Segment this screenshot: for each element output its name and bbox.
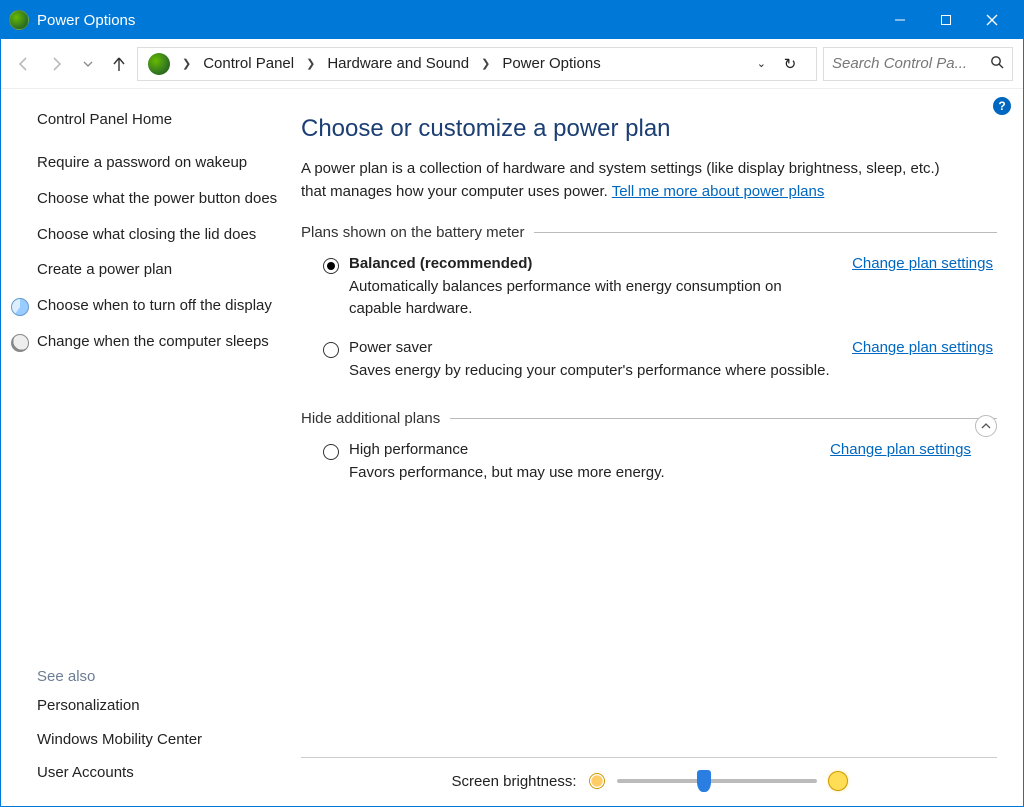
window-title: Power Options	[37, 12, 135, 29]
plan-name[interactable]: Balanced (recommended)	[349, 255, 832, 272]
clock-icon	[11, 298, 29, 316]
additional-plans-group: Hide additional plans High performance F…	[301, 410, 997, 489]
search-placeholder: Search Control Pa...	[832, 55, 984, 72]
sidebar-link-create-plan[interactable]: Create a power plan	[37, 259, 283, 281]
group-legend: Hide additional plans	[301, 410, 450, 427]
see-also-user-accounts[interactable]: User Accounts	[37, 762, 283, 784]
breadcrumb[interactable]: ❯ Control Panel ❯ Hardware and Sound ❯ P…	[137, 47, 817, 81]
chevron-right-icon: ❯	[302, 57, 319, 70]
change-plan-settings-link[interactable]: Change plan settings	[852, 255, 993, 321]
see-also-personalization[interactable]: Personalization	[37, 695, 283, 717]
plan-high-performance: High performance Favors performance, but…	[301, 427, 975, 489]
tell-me-more-link[interactable]: Tell me more about power plans	[612, 183, 825, 200]
chevron-down-icon[interactable]: ⌄	[757, 57, 766, 70]
chevron-right-icon: ❯	[477, 57, 494, 70]
titlebar: Power Options	[1, 1, 1023, 39]
plan-radio-power-saver[interactable]	[323, 342, 339, 358]
chevron-right-icon: ❯	[178, 57, 195, 70]
slider-thumb[interactable]	[697, 770, 711, 792]
sun-bright-icon	[829, 772, 847, 790]
brightness-slider[interactable]	[617, 779, 817, 783]
see-also-mobility-center[interactable]: Windows Mobility Center	[37, 729, 283, 751]
sun-dim-icon	[589, 773, 605, 789]
maximize-button[interactable]	[923, 1, 969, 39]
change-plan-settings-link[interactable]: Change plan settings	[852, 339, 993, 383]
navbar: ❯ Control Panel ❯ Hardware and Sound ❯ P…	[1, 39, 1023, 89]
close-button[interactable]	[969, 1, 1015, 39]
help-icon[interactable]: ?	[993, 97, 1011, 115]
main-content: Choose or customize a power plan A power…	[301, 89, 1023, 806]
plan-description: Automatically balances performance with …	[349, 276, 832, 321]
search-icon	[990, 55, 1004, 73]
brightness-label: Screen brightness:	[451, 773, 576, 790]
see-also-section: See also Personalization Windows Mobilit…	[37, 548, 283, 796]
group-legend: Plans shown on the battery meter	[301, 224, 534, 241]
moon-icon	[11, 334, 29, 352]
plan-description: Saves energy by reducing your computer's…	[349, 360, 832, 383]
battery-meter-plans-group: Plans shown on the battery meter Balance…	[301, 224, 997, 387]
power-options-window: Power Options ❯ Control Panel ❯	[0, 0, 1024, 807]
plan-radio-high-performance[interactable]	[323, 444, 339, 460]
intro-text: A power plan is a collection of hardware…	[301, 157, 961, 204]
control-panel-icon	[148, 53, 170, 75]
sidebar-link-password[interactable]: Require a password on wakeup	[37, 152, 283, 174]
page-title: Choose or customize a power plan	[301, 115, 997, 143]
plan-name[interactable]: Power saver	[349, 339, 832, 356]
sidebar-link-display-off[interactable]: Choose when to turn off the display	[11, 295, 283, 317]
breadcrumb-item[interactable]: Power Options	[498, 53, 604, 74]
plan-name[interactable]: High performance	[349, 441, 810, 458]
nav-up-button[interactable]	[107, 52, 131, 76]
sidebar: Control Panel Home Require a password on…	[1, 89, 301, 806]
plan-description: Favors performance, but may use more ene…	[349, 462, 810, 485]
collapse-toggle[interactable]	[975, 415, 997, 437]
refresh-button[interactable]: ↻	[776, 55, 804, 73]
power-options-icon	[9, 10, 29, 30]
breadcrumb-item[interactable]: Hardware and Sound	[323, 53, 473, 74]
see-also-header: See also	[37, 668, 283, 685]
control-panel-home-link[interactable]: Control Panel Home	[37, 111, 283, 128]
brightness-footer: Screen brightness:	[301, 757, 997, 796]
nav-back-button[interactable]	[11, 51, 37, 77]
body: ? Control Panel Home Require a password …	[1, 89, 1023, 806]
sidebar-link-close-lid[interactable]: Choose what closing the lid does	[37, 224, 283, 246]
nav-forward-button[interactable]	[43, 51, 69, 77]
plan-radio-balanced[interactable]	[323, 258, 339, 274]
minimize-button[interactable]	[877, 1, 923, 39]
plan-power-saver: Power saver Saves energy by reducing you…	[301, 325, 997, 387]
sidebar-link-sleep[interactable]: Change when the computer sleeps	[11, 331, 283, 353]
breadcrumb-item[interactable]: Control Panel	[199, 53, 298, 74]
recent-locations-dropdown[interactable]	[75, 51, 101, 77]
search-input[interactable]: Search Control Pa...	[823, 47, 1013, 81]
plan-balanced: Balanced (recommended) Automatically bal…	[301, 241, 997, 325]
change-plan-settings-link[interactable]: Change plan settings	[830, 441, 971, 485]
sidebar-link-power-button[interactable]: Choose what the power button does	[37, 188, 283, 210]
